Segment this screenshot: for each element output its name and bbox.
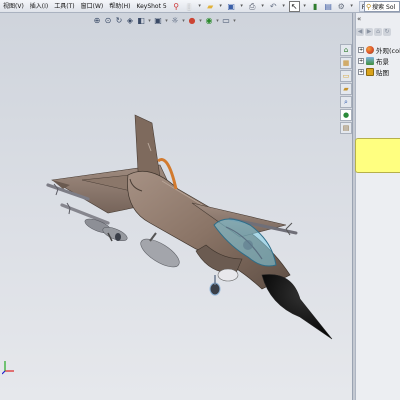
select-dropdown-icon[interactable]: ▾	[302, 1, 308, 12]
undo-icon[interactable]: ↶	[268, 1, 279, 12]
search-text: 搜索 Sol	[372, 4, 396, 11]
coordinate-triad	[2, 361, 14, 375]
menu-bar: 视图(V) 插入(I) 工具(T) 窗口(W) 帮助(H) KeyShot 5 …	[0, 0, 400, 13]
graphics-viewport[interactable]: ⊕ ⊙ ↻ ◈ ◧ ▾ ▣ ▾ ☼ ▾ ● ▾ ◉ ▾ ▭ ▾	[0, 13, 352, 400]
tree-item-label: 布景	[376, 57, 389, 66]
print-icon[interactable]: ⎙	[247, 1, 258, 12]
open-dropdown-icon[interactable]: ▾	[218, 1, 224, 12]
scenes-icon	[366, 56, 374, 65]
back-icon[interactable]: ◀	[356, 28, 364, 36]
tree-item-decals[interactable]: + 贴图	[355, 66, 400, 77]
view-palette-tab-icon[interactable]: ▰	[340, 83, 352, 95]
save-icon[interactable]: ▣	[226, 1, 237, 12]
tree-item-scenes[interactable]: + 布景	[355, 55, 400, 66]
resources-tab-icon[interactable]: ⌂	[340, 44, 352, 56]
open-folder-icon[interactable]: ▰	[205, 1, 216, 12]
tree-item-label: 外观(colo	[376, 46, 400, 55]
tree-item-label: 贴图	[376, 68, 389, 77]
expand-icon[interactable]: +	[358, 68, 364, 75]
search-input[interactable]: ⚲ 搜索 Sol	[364, 1, 400, 12]
expand-icon[interactable]: +	[358, 46, 364, 53]
file-properties-icon[interactable]: ▤	[323, 1, 334, 12]
menu-window[interactable]: 窗口(W)	[78, 0, 107, 13]
menu-insert[interactable]: 插入(I)	[27, 0, 51, 13]
appearances-icon	[366, 45, 374, 54]
options-dropdown-icon[interactable]: ▾	[349, 1, 355, 12]
menu-tools[interactable]: 工具(T)	[51, 0, 77, 13]
decals-icon	[366, 67, 374, 76]
menu-help[interactable]: 帮助(H)	[106, 0, 133, 13]
tree-item-appearances[interactable]: + 外观(colo	[355, 44, 400, 55]
appearance-preview[interactable]	[355, 138, 400, 173]
options-icon[interactable]: ⚙	[336, 1, 347, 12]
search-icon: ⚲	[366, 2, 372, 11]
menu-view[interactable]: 视图(V)	[0, 0, 27, 13]
undo-dropdown-icon[interactable]: ▾	[281, 1, 287, 12]
save-dropdown-icon[interactable]: ▾	[239, 1, 245, 12]
file-explorer-tab-icon[interactable]: ▭	[340, 70, 352, 82]
search-tab-icon[interactable]: ⌕	[340, 96, 352, 108]
new-document-icon[interactable]: ▯	[184, 1, 195, 12]
design-library-tab-icon[interactable]: ▦	[340, 57, 352, 69]
vertical-stabilizer	[134, 114, 161, 178]
collapse-pane-icon[interactable]: «	[357, 15, 361, 23]
task-pane-tabs: ⌂ ▦ ▭ ▰ ⌕ ● ▤	[340, 44, 353, 134]
drop-tank	[140, 232, 180, 268]
appearances-tab-icon[interactable]: ●	[340, 109, 352, 121]
appearances-tree: + 外观(colo + 布景 + 贴图	[355, 44, 400, 77]
pushpin-icon[interactable]: ⚲	[171, 1, 182, 12]
print-dropdown-icon[interactable]: ▾	[260, 1, 266, 12]
fighter-jet-model[interactable]	[0, 13, 352, 400]
custom-properties-tab-icon[interactable]: ▤	[340, 122, 352, 134]
select-icon[interactable]: ↖	[288, 0, 300, 12]
refresh-icon[interactable]: ↻	[383, 28, 391, 36]
new-dropdown-icon[interactable]: ▾	[197, 1, 203, 12]
forward-icon[interactable]: ▶	[365, 28, 373, 36]
menu-keyshot[interactable]: KeyShot 5	[133, 0, 169, 13]
nose-radome	[261, 274, 333, 340]
home-icon[interactable]: ⌂	[374, 28, 382, 36]
task-pane-toolbar: ◀ ▶ ⌂ ↻	[356, 28, 391, 36]
expand-icon[interactable]: +	[358, 57, 364, 64]
rebuild-icon[interactable]: ▮	[310, 1, 321, 12]
left-bombs	[84, 218, 128, 242]
